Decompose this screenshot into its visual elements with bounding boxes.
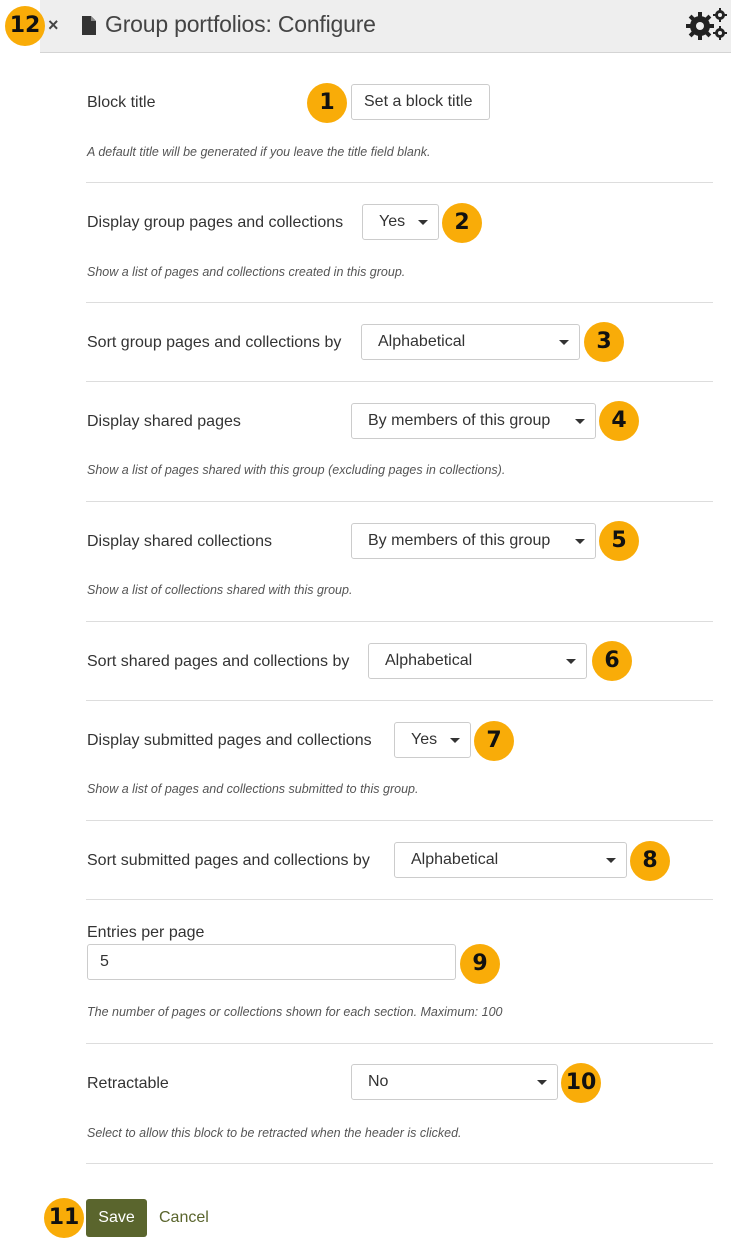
- retractable-help: Select to allow this block to be retract…: [87, 1126, 462, 1140]
- caret-down-icon: [418, 220, 428, 225]
- sort-shared-label: Sort shared pages and collections by: [87, 653, 350, 670]
- divider: [86, 820, 713, 821]
- retractable-select[interactable]: No: [351, 1064, 558, 1100]
- retractable-label: Retractable: [87, 1075, 169, 1092]
- entries-per-page-label: Entries per page: [87, 924, 205, 941]
- divider: [86, 501, 713, 502]
- page-title: Group portfolios: Configure: [105, 11, 376, 37]
- display-shared-pages-help: Show a list of pages shared with this gr…: [87, 463, 506, 477]
- select-value: By members of this group: [368, 532, 551, 549]
- cancel-link[interactable]: Cancel: [159, 1209, 209, 1227]
- block-title-label: Block title: [87, 94, 156, 111]
- select-value: Yes: [379, 213, 406, 230]
- annotation-badge-2: 2: [442, 203, 482, 243]
- annotation-badge-6: 6: [592, 641, 632, 681]
- divider: [86, 1043, 713, 1044]
- select-value: Yes: [411, 731, 438, 748]
- annotation-badge-12: 12: [5, 6, 45, 46]
- divider: [86, 182, 713, 183]
- select-value: Alphabetical: [385, 652, 473, 669]
- caret-down-icon: [537, 1080, 547, 1085]
- save-button[interactable]: Save: [86, 1199, 147, 1237]
- display-group-pages-select[interactable]: Yes: [362, 204, 439, 240]
- annotation-badge-7: 7: [474, 721, 514, 761]
- sort-group-pages-select[interactable]: Alphabetical: [361, 324, 580, 360]
- gears-icon[interactable]: [686, 7, 728, 41]
- block-title-help: A default title will be generated if you…: [87, 145, 431, 159]
- display-shared-collections-select[interactable]: By members of this group: [351, 523, 596, 559]
- sort-submitted-label: Sort submitted pages and collections by: [87, 852, 370, 869]
- caret-down-icon: [575, 539, 585, 544]
- annotation-badge-10: 10: [561, 1063, 601, 1103]
- display-submitted-help: Show a list of pages and collections sub…: [87, 782, 419, 796]
- select-value: Alphabetical: [411, 851, 499, 868]
- select-value: Alphabetical: [378, 333, 466, 350]
- caret-down-icon: [606, 858, 616, 863]
- caret-down-icon: [575, 419, 585, 424]
- divider: [86, 1163, 713, 1164]
- close-icon[interactable]: ×: [48, 16, 59, 34]
- set-block-title-button[interactable]: Set a block title: [351, 84, 490, 120]
- display-submitted-label: Display submitted pages and collections: [87, 732, 372, 749]
- sort-shared-select[interactable]: Alphabetical: [368, 643, 587, 679]
- annotation-badge-5: 5: [599, 521, 639, 561]
- annotation-badge-9: 9: [460, 944, 500, 984]
- display-group-pages-label: Display group pages and collections: [87, 214, 344, 231]
- display-shared-collections-help: Show a list of collections shared with t…: [87, 583, 353, 597]
- document-icon: [82, 16, 96, 35]
- caret-down-icon: [566, 659, 576, 664]
- sort-submitted-select[interactable]: Alphabetical: [394, 842, 627, 878]
- annotation-badge-4: 4: [599, 401, 639, 441]
- display-shared-pages-label: Display shared pages: [87, 413, 241, 430]
- display-group-pages-help: Show a list of pages and collections cre…: [87, 265, 406, 279]
- annotation-badge-3: 3: [584, 322, 624, 362]
- divider: [86, 899, 713, 900]
- entries-per-page-input[interactable]: [87, 944, 456, 980]
- divider: [86, 302, 713, 303]
- select-value: By members of this group: [368, 412, 551, 429]
- annotation-badge-1: 1: [307, 83, 347, 123]
- caret-down-icon: [450, 738, 460, 743]
- divider: [86, 381, 713, 382]
- caret-down-icon: [559, 340, 569, 345]
- entries-per-page-help: The number of pages or collections shown…: [87, 1005, 503, 1019]
- annotation-badge-8: 8: [630, 841, 670, 881]
- divider: [86, 700, 713, 701]
- display-shared-collections-label: Display shared collections: [87, 533, 272, 550]
- divider: [86, 621, 713, 622]
- display-submitted-select[interactable]: Yes: [394, 722, 471, 758]
- sort-group-pages-label: Sort group pages and collections by: [87, 334, 342, 351]
- select-value: No: [368, 1073, 389, 1090]
- display-shared-pages-select[interactable]: By members of this group: [351, 403, 596, 439]
- annotation-badge-11: 11: [44, 1198, 84, 1238]
